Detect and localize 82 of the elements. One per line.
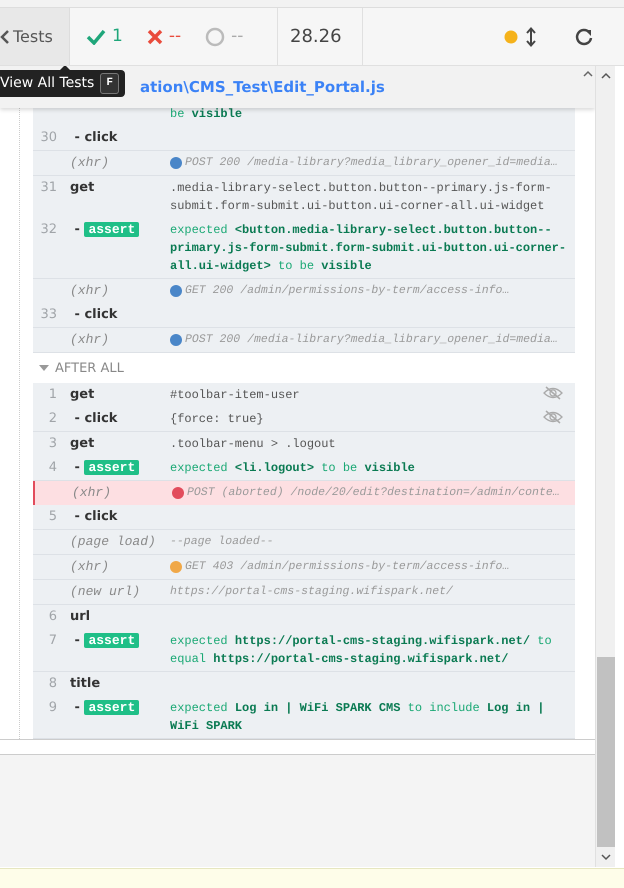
command-name[interactable]: get xyxy=(70,180,94,195)
cross-icon xyxy=(146,28,163,44)
assert-badge[interactable]: assert xyxy=(84,632,140,648)
line-number: 5 xyxy=(48,508,58,526)
command-name[interactable]: get xyxy=(70,386,94,402)
event-row[interactable]: (new url) https://portal-cms-staging.wifispark.net/ xyxy=(33,580,575,604)
line-number: 4 xyxy=(48,458,58,476)
command-message: be visible xyxy=(170,107,242,121)
line-number: 3 xyxy=(48,434,58,452)
event-message: https://portal-cms-staging.wifispark.net/ xyxy=(170,584,453,600)
command-message: expected https://portal-cms-staging.wifispark.net/ to equal https://portal-cms-staging.wifispark.net/ xyxy=(170,634,552,666)
event-label: (page load) xyxy=(70,534,156,548)
event-message: POST 200 /media-library?media_library_opener_id=media… xyxy=(185,155,558,171)
command-message: expected Log in | WiFi SPARK CMS to include Log in | WiFi SPARK xyxy=(170,700,544,732)
event-row[interactable]: (page load) --page loaded-- xyxy=(33,530,575,554)
event-label: (xhr) xyxy=(72,484,112,500)
command-name[interactable]: - click xyxy=(70,508,118,524)
line-number: 1 xyxy=(48,386,58,404)
event-message: GET 200 /admin/permissions-by-term/access-info… xyxy=(185,283,510,299)
dash: - xyxy=(74,632,80,648)
line-number: 7 xyxy=(48,632,58,650)
line-number: 8 xyxy=(48,674,58,692)
command-name[interactable]: - click xyxy=(70,130,118,145)
command-message: #toolbar-item-user xyxy=(170,388,300,402)
command-name[interactable]: url xyxy=(70,608,90,624)
event-label: (xhr) xyxy=(70,558,110,574)
scroll-up-icon[interactable] xyxy=(600,72,610,80)
failed-event-row[interactable]: (xhr) POST (aborted) /node/20/edit?destination=/admin/conte… xyxy=(33,480,575,504)
back-button[interactable]: Tests xyxy=(0,8,70,65)
failed-count: -- xyxy=(168,24,182,48)
command-message: .toolbar-menu > .logout xyxy=(170,436,336,450)
line-number: 30 xyxy=(39,129,58,147)
line-number: 31 xyxy=(39,179,58,197)
dash: - xyxy=(74,222,80,237)
command-name[interactable]: title xyxy=(70,676,100,690)
caret-icon xyxy=(39,365,49,372)
scrollbar[interactable] xyxy=(595,66,615,867)
event-label: (xhr) xyxy=(70,332,110,347)
assert-badge[interactable]: assert xyxy=(84,222,140,237)
event-message: GET 403 /admin/permissions-by-term/access-info… xyxy=(185,558,510,574)
tooltip-text: View All Tests xyxy=(0,74,94,93)
scrollbar-thumb[interactable] xyxy=(596,657,614,847)
pending-icon xyxy=(205,26,226,46)
collapse-icon[interactable] xyxy=(583,70,593,77)
shortcut-key: F xyxy=(100,73,119,94)
line-number: 9 xyxy=(48,698,58,716)
line-number: 32 xyxy=(39,221,58,239)
event-message: POST 200 /media-library?media_library_opener_id=media… xyxy=(185,332,558,348)
line-number: 33 xyxy=(39,306,58,324)
command-name[interactable]: - click xyxy=(70,410,118,426)
line-number: 6 xyxy=(48,608,58,626)
event-message: POST (aborted) /node/20/edit?destination=/admin/conte… xyxy=(187,484,560,500)
command-message: {force: true} xyxy=(170,412,264,426)
assert-badge[interactable]: assert xyxy=(84,700,140,714)
pending-count: -- xyxy=(231,24,244,48)
assert-badge[interactable]: assert xyxy=(84,460,140,474)
event-label: (new url) xyxy=(70,584,140,598)
command-name[interactable]: - click xyxy=(70,307,118,322)
event-message: --page loaded-- xyxy=(170,534,274,550)
event-label: (xhr) xyxy=(70,155,110,170)
event-label: (xhr) xyxy=(70,283,110,298)
section-header[interactable]: AFTER ALL xyxy=(33,353,575,382)
command-message: expected <button.media-library-select.button.button--primary.js-form-submit.form-submit.ui-button.ui-corner-all.ui-widget> to be visible xyxy=(170,223,566,273)
event-row[interactable]: (xhr) POST 200 /media-library?media_library_opener_id=media… xyxy=(33,328,575,352)
dash: - xyxy=(74,460,80,474)
reload-icon[interactable] xyxy=(574,26,594,46)
chevron-left-icon xyxy=(0,30,10,44)
scroll-down-icon[interactable] xyxy=(600,853,610,861)
event-row[interactable]: (xhr) GET 200 /admin/permissions-by-term/access-info… xyxy=(33,279,575,303)
resize-icon[interactable] xyxy=(526,26,536,46)
dash: - xyxy=(74,700,80,714)
spec-path[interactable]: ation\CMS_Test\Edit_Portal.js xyxy=(140,76,385,98)
command-message: .media-library-select.button.button--primary.js-form-submit.form-submit.ui-button.ui-corner-all.ui-widget xyxy=(170,181,552,213)
line-number: 2 xyxy=(48,410,58,428)
duration: 28.26 xyxy=(289,25,343,49)
status-dot-icon xyxy=(504,30,518,44)
event-row[interactable]: (xhr) GET 403 /admin/permissions-by-term/access-info… xyxy=(33,554,575,578)
event-row[interactable]: (xhr) POST 200 /media-library?media_library_opener_id=media… xyxy=(33,151,575,175)
command-message: expected <li.logout> to be visible xyxy=(170,460,415,474)
check-icon xyxy=(86,28,106,44)
command-name[interactable]: get xyxy=(70,436,94,450)
passed-count: 1 xyxy=(112,24,123,48)
